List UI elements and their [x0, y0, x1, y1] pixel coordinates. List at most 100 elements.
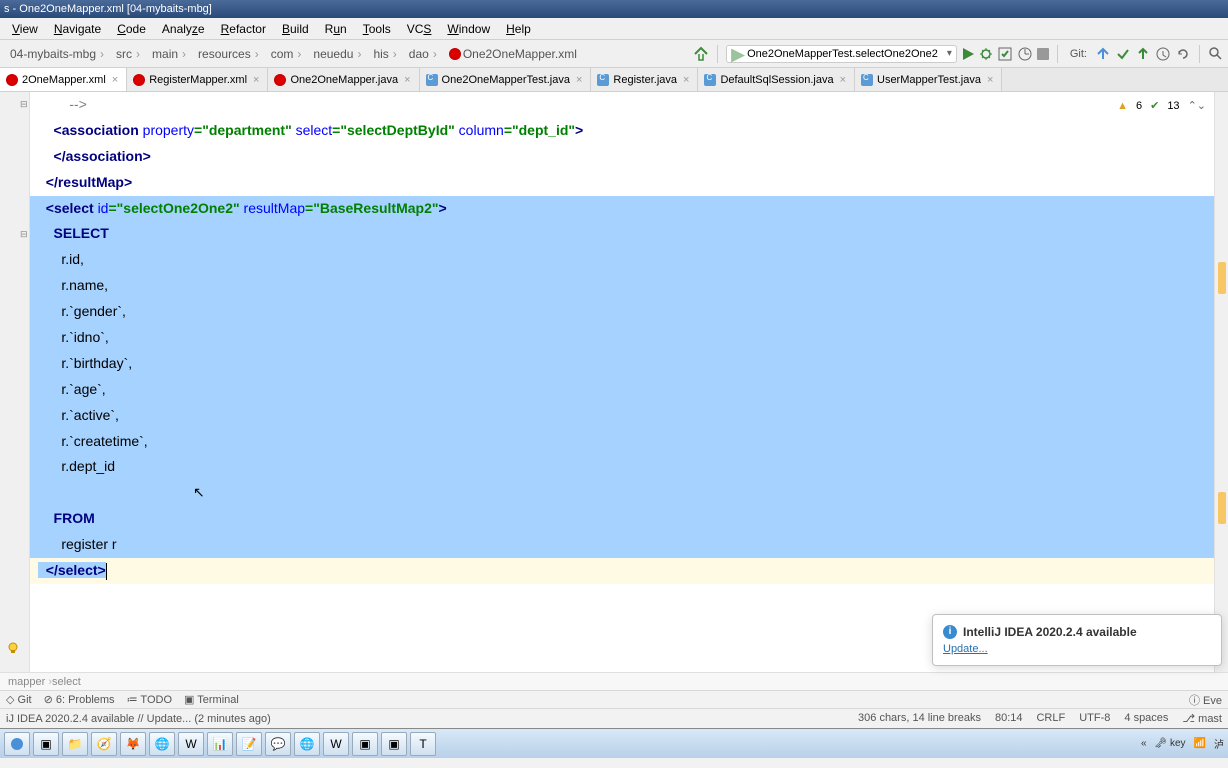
coverage-button[interactable] — [997, 46, 1013, 62]
notification-update-link[interactable]: Update... — [943, 643, 988, 655]
taskbar-app[interactable]: T — [410, 732, 436, 756]
taskbar-app[interactable]: ▣ — [352, 732, 378, 756]
tray-network-icon[interactable]: 📶 — [1194, 738, 1206, 749]
crumb-his[interactable]: his — [367, 45, 402, 63]
toolwin-terminal[interactable]: ▣ Terminal — [184, 693, 239, 706]
close-icon[interactable]: × — [251, 74, 261, 86]
intention-bulb-icon[interactable] — [6, 641, 20, 655]
menu-build[interactable]: Build — [274, 22, 317, 36]
crumb-main[interactable]: main — [146, 45, 192, 63]
taskbar-app[interactable]: 📝 — [236, 732, 262, 756]
taskbar-app[interactable]: W — [178, 732, 204, 756]
taskbar-app[interactable]: 🌐 — [294, 732, 320, 756]
crumb-dao[interactable]: dao — [403, 45, 443, 63]
toolwin-git[interactable]: ◇ Git — [6, 693, 32, 706]
git-label: Git: — [1066, 48, 1091, 60]
start-button[interactable] — [4, 732, 30, 756]
menu-refactor[interactable]: Refactor — [213, 22, 274, 36]
fold-handle-icon[interactable]: ⊟ — [20, 229, 28, 240]
warning-marker[interactable] — [1218, 262, 1226, 294]
stop-button[interactable] — [1037, 48, 1049, 60]
crumb-mapper[interactable]: mapper — [8, 676, 52, 688]
menu-vcs[interactable]: VCS — [399, 22, 440, 36]
run-button[interactable] — [961, 47, 975, 61]
crumb-module[interactable]: 04-mybaits-mbg — [4, 45, 110, 63]
profile-button[interactable] — [1017, 46, 1033, 62]
close-icon[interactable]: × — [985, 74, 995, 86]
close-icon[interactable]: × — [110, 74, 120, 86]
crumb-src[interactable]: src — [110, 45, 146, 63]
inspection-widget[interactable]: ▲6 ✔13 ⌃⌄ — [1117, 96, 1206, 116]
toolwin-problems[interactable]: ⊘ 6: Problems — [44, 693, 115, 706]
taskbar-app[interactable]: ▣ — [33, 732, 59, 756]
structure-breadcrumb[interactable]: mapper select — [0, 672, 1228, 690]
tab-one2onemappertest-java[interactable]: One2OneMapperTest.java× — [420, 68, 592, 91]
tray-expand-icon[interactable]: « — [1141, 738, 1147, 749]
vcs-rollback-icon[interactable] — [1175, 46, 1191, 62]
crumb-resources[interactable]: resources — [192, 45, 265, 63]
tab-defaultsqlsession-java[interactable]: DefaultSqlSession.java× — [698, 68, 855, 91]
tab-register-java[interactable]: Register.java× — [591, 68, 698, 91]
menu-view[interactable]: View — [4, 22, 46, 36]
warning-marker[interactable] — [1218, 492, 1226, 524]
status-git-branch[interactable]: ⎇ mast — [1182, 712, 1222, 725]
status-message[interactable]: iJ IDEA 2020.2.4 available // Update... … — [6, 713, 271, 725]
separator — [1057, 45, 1058, 63]
menu-tools[interactable]: Tools — [355, 22, 399, 36]
tab-one2onemapper-xml[interactable]: 2OneMapper.xml× — [0, 68, 127, 91]
taskbar-app[interactable]: 🌐 — [149, 732, 175, 756]
toolwin-todo[interactable]: ≔ TODO — [127, 693, 172, 706]
status-encoding[interactable]: UTF-8 — [1079, 712, 1110, 725]
toolwin-eventlog[interactable]: ⓘ Eve — [1189, 692, 1222, 708]
tab-registermapper-xml[interactable]: RegisterMapper.xml× — [127, 68, 268, 91]
taskbar-app[interactable]: 🧭 — [91, 732, 117, 756]
tray-lang[interactable]: 泸 — [1214, 736, 1224, 751]
status-cursor-position[interactable]: 80:14 — [995, 712, 1023, 725]
menu-help[interactable]: Help — [498, 22, 539, 36]
taskbar-app[interactable]: 🦊 — [120, 732, 146, 756]
status-bar: iJ IDEA 2020.2.4 available // Update... … — [0, 708, 1228, 728]
crumb-neuedu[interactable]: neuedu — [307, 45, 367, 63]
menu-analyze[interactable]: Analyze — [154, 22, 213, 36]
search-everywhere-icon[interactable] — [1208, 46, 1224, 62]
tab-one2onemapper-java[interactable]: One2OneMapper.java× — [268, 68, 419, 91]
taskbar-app[interactable]: W — [323, 732, 349, 756]
vcs-update-icon[interactable] — [1095, 46, 1111, 62]
vcs-push-icon[interactable] — [1135, 46, 1151, 62]
close-icon[interactable]: × — [681, 74, 691, 86]
close-icon[interactable]: × — [574, 74, 584, 86]
fold-handle-icon[interactable]: ⊟ — [20, 99, 28, 110]
crumb-file[interactable]: One2OneMapper.xml — [443, 45, 587, 63]
code-line-selected: r.name, — [30, 273, 1214, 299]
debug-button[interactable] — [979, 47, 993, 61]
taskbar-app[interactable]: 📊 — [207, 732, 233, 756]
vcs-history-icon[interactable] — [1155, 46, 1171, 62]
status-line-separator[interactable]: CRLF — [1036, 712, 1065, 725]
close-icon[interactable]: × — [838, 74, 848, 86]
code-editor[interactable]: ▲6 ✔13 ⌃⌄ --> <association property="dep… — [30, 92, 1214, 672]
menu-window[interactable]: Window — [439, 22, 498, 36]
system-tray[interactable]: « 🗝 key 📶 泸 — [1141, 736, 1224, 751]
close-icon[interactable]: × — [402, 74, 412, 86]
error-stripe[interactable] — [1214, 92, 1228, 672]
tab-usermappertest-java[interactable]: UserMapperTest.java× — [855, 68, 1002, 91]
crumb-com[interactable]: com — [265, 45, 308, 63]
vcs-commit-icon[interactable] — [1115, 46, 1131, 62]
notification-balloon[interactable]: i IntelliJ IDEA 2020.2.4 available Updat… — [932, 614, 1222, 666]
taskbar-app[interactable]: 💬 — [265, 732, 291, 756]
menu-run[interactable]: Run — [317, 22, 355, 36]
chevron-up-down-icon[interactable]: ⌃⌄ — [1188, 96, 1206, 116]
code-line-selected: r.`createtime`, — [30, 429, 1214, 455]
menu-code[interactable]: Code — [109, 22, 154, 36]
status-indent[interactable]: 4 spaces — [1124, 712, 1168, 725]
build-hammer-icon[interactable] — [693, 46, 709, 62]
taskbar-app[interactable]: ▣ — [381, 732, 407, 756]
editor-gutter[interactable]: ⊟ ⊟ — [0, 92, 30, 672]
code-line-selected: SELECT — [30, 221, 1214, 247]
run-configuration-selector[interactable]: One2OneMapperTest.selectOne2One2 — [726, 45, 957, 63]
taskbar-app[interactable]: 📁 — [62, 732, 88, 756]
crumb-select[interactable]: select — [52, 676, 81, 688]
tray-key[interactable]: 🗝 key — [1155, 738, 1186, 749]
menu-navigate[interactable]: Navigate — [46, 22, 109, 36]
xml-file-icon — [6, 74, 18, 86]
